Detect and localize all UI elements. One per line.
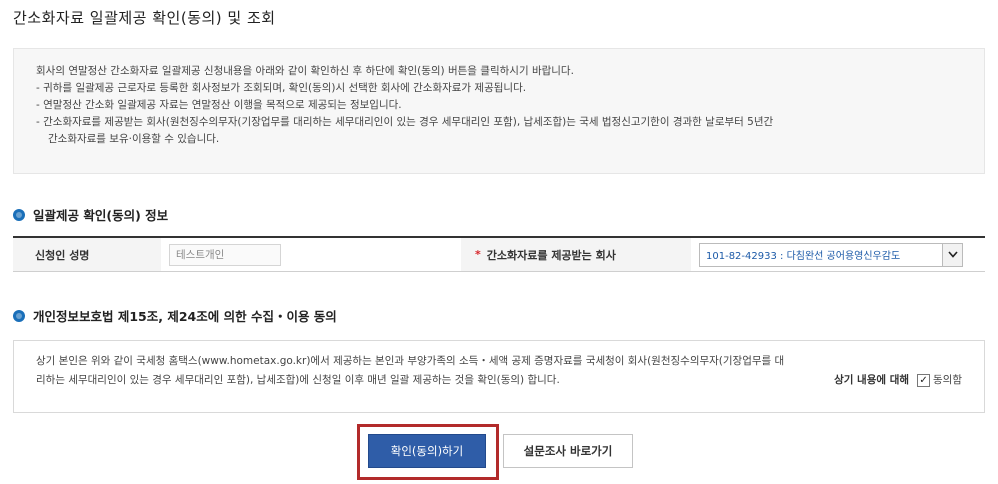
agree-label[interactable]: 동의함 [933,371,962,390]
notice-line: - 간소화자료를 제공받는 회사(원천징수의무자(기장업무를 대리하는 세무대리… [36,116,774,128]
applicant-name-label: 신청인 성명 [13,238,161,271]
bullet-icon [13,208,25,221]
notice-line: - 귀하를 일괄제공 근로자로 등록한 회사정보가 조회되며, 확인(동의)시 … [36,82,527,94]
applicant-name-cell [161,238,461,271]
company-label-cell: * 간소화자료를 제공받는 회사 [461,238,691,271]
consent-text-line: 리하는 세무대리인이 있는 경우 세무대리인 포함), 납세조합)에 신청일 이… [36,374,560,386]
agree-checkbox[interactable]: ✓ [917,374,931,387]
consent-row: 리하는 세무대리인이 있는 경우 세무대리인 포함), 납세조합)에 신청일 이… [36,371,962,390]
company-cell: 101-82-42933 : 다침완선 공어용영신우감도 [691,238,985,271]
company-select[interactable]: 101-82-42933 : 다침완선 공어용영신우감도 [699,242,963,267]
info-section-title: 일괄제공 확인(동의) 정보 [33,208,169,223]
page-title: 간소화자료 일괄제공 확인(동의) 및 조회 [13,9,276,27]
required-mark: * [475,248,481,261]
confirm-button[interactable]: 확인(동의)하기 [368,434,486,468]
survey-button[interactable]: 설문조사 바로가기 [503,434,633,468]
consent-section-heading: 개인정보보호법 제15조, 제24조에 의한 수집・이용 동의 [13,306,337,325]
company-label: 간소화자료를 제공받는 회사 [486,248,616,262]
notice-box: 회사의 연말정산 간소화자료 일괄제공 신청내용을 아래와 같이 확인하신 후 … [13,48,985,174]
applicant-name-input[interactable] [169,243,281,266]
company-select-value: 101-82-42933 : 다침완선 공어용영신우감도 [706,251,901,262]
notice-line: 회사의 연말정산 간소화자료 일괄제공 신청내용을 아래와 같이 확인하신 후 … [36,65,574,77]
bullet-icon [13,309,25,322]
agree-wrap: 상기 내용에 대해 ✓ 동의함 [834,371,962,390]
agree-prefix: 상기 내용에 대해 [834,374,910,386]
consent-box: 상기 본인은 위와 같이 국세청 홈택스(www.hometax.go.kr)에… [13,340,985,413]
notice-line: 간소화자료를 보유·이용할 수 있습니다. [48,133,220,145]
consent-section-title: 개인정보보호법 제15조, 제24조에 의한 수집・이용 동의 [33,309,337,324]
chevron-down-icon[interactable] [942,243,962,266]
info-table: 신청인 성명 * 간소화자료를 제공받는 회사 101-82-42933 : 다… [13,236,985,272]
notice-line: - 연말정산 간소화 일괄제공 자료는 연말정산 이행을 목적으로 제공되는 정… [36,99,402,111]
consent-text-line: 상기 본인은 위와 같이 국세청 홈택스(www.hometax.go.kr)에… [36,355,785,367]
info-section-heading: 일괄제공 확인(동의) 정보 [13,205,168,224]
